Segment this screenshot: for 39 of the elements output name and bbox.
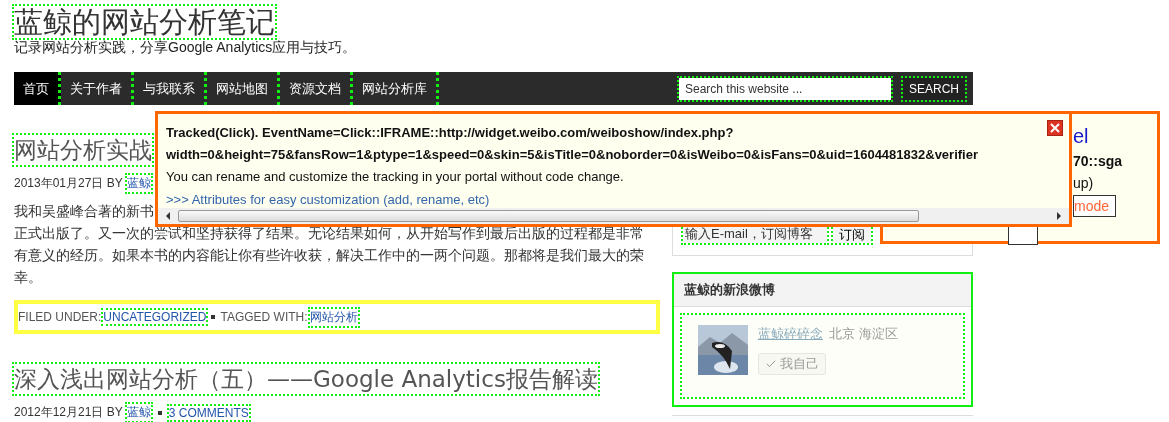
widget-title: 蓝鲸的新浪微博: [674, 274, 971, 307]
post-text: 我和吴盛峰合著的新书: [14, 202, 154, 221]
site-tagline: 记录网站分析实践，分享Google Analytics应用与技巧。: [14, 39, 358, 57]
horizontal-scrollbar[interactable]: [158, 208, 1069, 224]
popup-text: Tracked(Click). EventName=Click::IFRAME::http://widget.weibo.com/weiboshow/index.php?: [166, 124, 734, 142]
comments-link[interactable]: 3 COMMENTS: [168, 405, 249, 420]
nav-link[interactable]: 首页: [14, 72, 61, 105]
author-link[interactable]: 蓝鲸: [126, 175, 151, 192]
left-arrow-icon[interactable]: [164, 212, 172, 220]
popup-text: You can rename and customize the tracking in your portal without code change.: [166, 168, 624, 186]
panel-text: up): [1073, 175, 1095, 191]
nav-link[interactable]: 网站地图: [207, 72, 280, 105]
author-link[interactable]: 蓝鲸: [126, 404, 151, 421]
post-date: 2013年01月27日 BY: [14, 175, 123, 192]
site-title[interactable]: 蓝鲸的网站分析笔记: [14, 6, 275, 38]
post-title[interactable]: 深入浅出网站分析（五）——Google Analytics报告解读: [14, 364, 598, 394]
post-title[interactable]: 网站分析实战: [14, 135, 152, 165]
category-link[interactable]: UNCATEGORIZED: [103, 310, 207, 324]
bullet-icon: [157, 410, 162, 415]
filed-label: FILED UNDER:: [18, 310, 102, 324]
post-text: 正式出版了。又一次的尝试和坚持获得了结果。无论结果如何，从开始写作到最后出版的过程都是非常有意义的经历。如果本书的内容能让你有些许收获，解决工作中的一两个问题。那都将是我们最大的荣幸。: [14, 224, 645, 287]
popup-text: width=0&height=75&fansRow=1&ptype=1&speed=0&skin=5&isTitle=0&noborder=0&isWeibo=0&isFans=0&uid=1604481832&verifier: [166, 146, 978, 164]
close-icon[interactable]: [1047, 120, 1063, 136]
right-arrow-icon[interactable]: [1055, 212, 1063, 220]
check-icon: [765, 358, 777, 370]
tag-link[interactable]: 网站分析: [309, 308, 358, 326]
nav-link[interactable]: 关于作者: [61, 72, 134, 105]
nav-link[interactable]: 与我联系: [134, 72, 207, 105]
weibo-location: 北京 海淀区: [829, 325, 898, 343]
search-button[interactable]: SEARCH: [903, 77, 965, 100]
post-date: 2012年12月21日 BY: [14, 404, 123, 421]
panel-text: 70::sga: [1073, 153, 1124, 169]
bullet-icon: [211, 315, 216, 319]
nav-link[interactable]: 资源文档: [280, 72, 353, 105]
panel-title: el: [1073, 124, 1090, 148]
attributes-link[interactable]: >>> Attributes for easy customization (add, rename, etc): [166, 188, 490, 211]
nav-link[interactable]: 网站分析库: [353, 72, 439, 105]
tagged-label: TAGGED WITH:: [220, 310, 308, 324]
search-field[interactable]: Search this website ...: [679, 77, 891, 100]
